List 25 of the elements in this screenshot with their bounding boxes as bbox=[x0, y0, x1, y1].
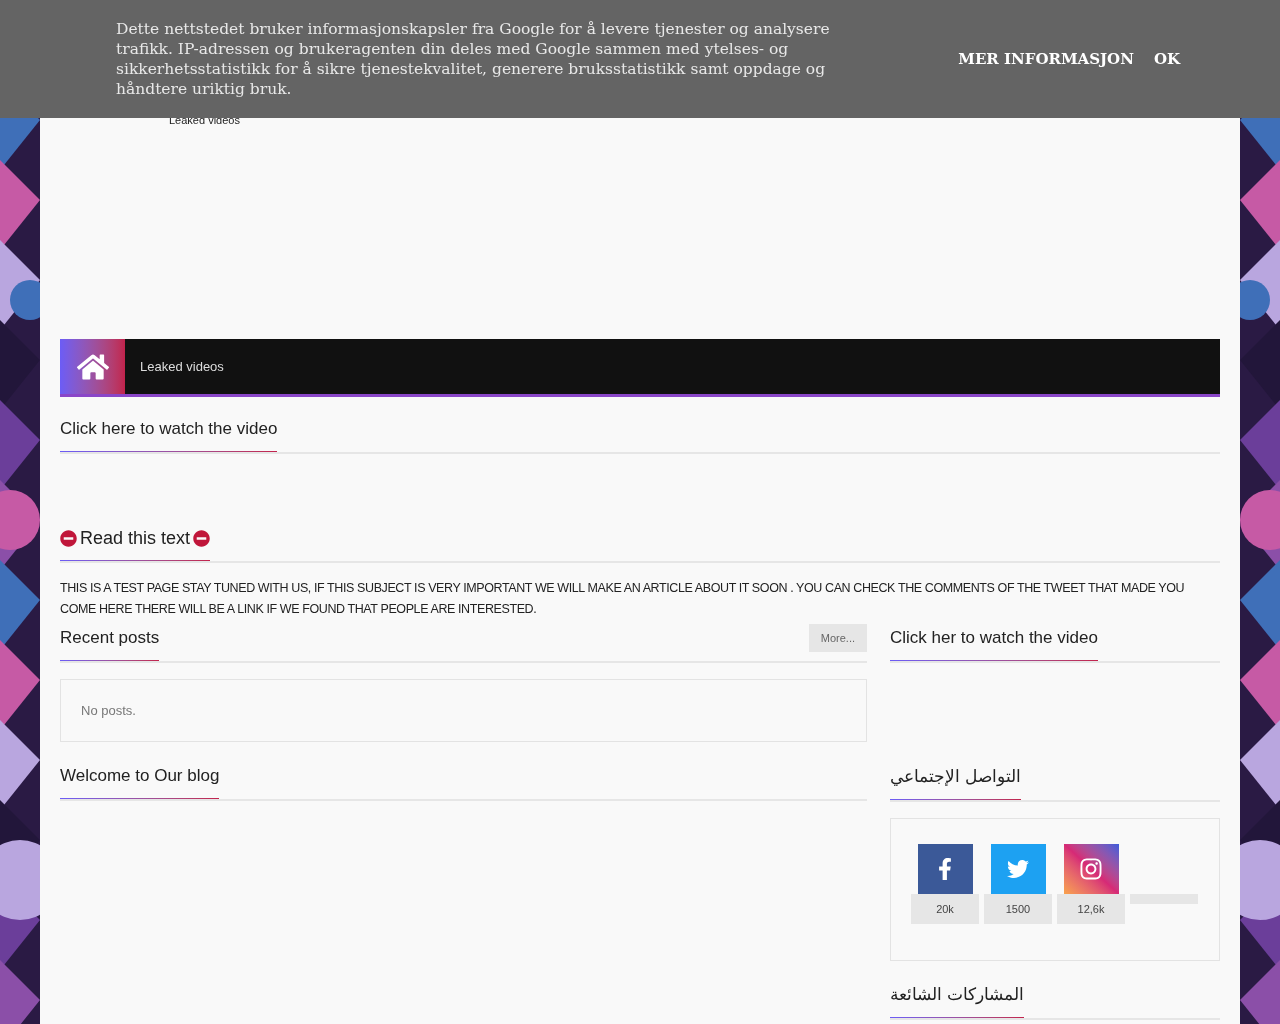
cookie-message: Dette nettstedet bruker informasjonskapsler fra Google for å levere tjenester og analysere trafikk. IP-adressen og brukeragenten din deles med Google sammen med ytelses- og sikkerhetsstatistikk for å sikre tjenestekvalitet, generere bruksstatistikk samt oppdage og håndtere uriktig bruk. bbox=[116, 19, 831, 99]
social-button[interactable] bbox=[990, 844, 1046, 894]
social-button[interactable] bbox=[1063, 844, 1119, 894]
section-heading: المشاركات الشائعة bbox=[890, 984, 1024, 1006]
no-entry-icon bbox=[193, 529, 211, 547]
section-heading: التواصل الإجتماعي bbox=[890, 766, 1021, 789]
cookie-button[interactable]: MER INFORMASJON bbox=[958, 47, 1134, 71]
home-button[interactable] bbox=[60, 339, 125, 394]
section-heading: Click her to watch the video bbox=[890, 627, 1098, 649]
empty-message: No posts. bbox=[81, 701, 136, 720]
instagram-icon bbox=[1079, 857, 1103, 881]
follower-count: 20k bbox=[911, 894, 979, 924]
section-heading: Recent posts bbox=[60, 627, 160, 649]
notice-paragraph: THIS IS A TEST PAGE STAY TUNED WITH US, IF THIS SUBJECT IS VERY IMPORTANT WE WILL MAKE AN ARTICLE ABOUT IT SOON . YOU CAN CHECK THE COMMENTS OF THE TWEET THAT MADE YOU COME HERE THERE WILL BE A LINK IF WE FOUND THAT PEOPLE ARE INTERESTED. bbox=[60, 580, 1186, 618]
social-button[interactable] bbox=[917, 844, 973, 894]
section-heading: Welcome to Our blog bbox=[60, 765, 220, 787]
more-button[interactable]: More... bbox=[808, 624, 867, 652]
follower-count: 1500 bbox=[984, 894, 1052, 924]
twitter-icon bbox=[1007, 858, 1029, 880]
section-heading: Click here to watch the video bbox=[60, 418, 278, 440]
follower-count: 12,6k bbox=[1057, 894, 1125, 924]
nav-link[interactable]: Leaked videos bbox=[125, 339, 239, 394]
cookie-button[interactable]: OK bbox=[1153, 47, 1180, 71]
no-entry-icon bbox=[60, 529, 77, 547]
section-heading: Read this text bbox=[80, 526, 191, 550]
